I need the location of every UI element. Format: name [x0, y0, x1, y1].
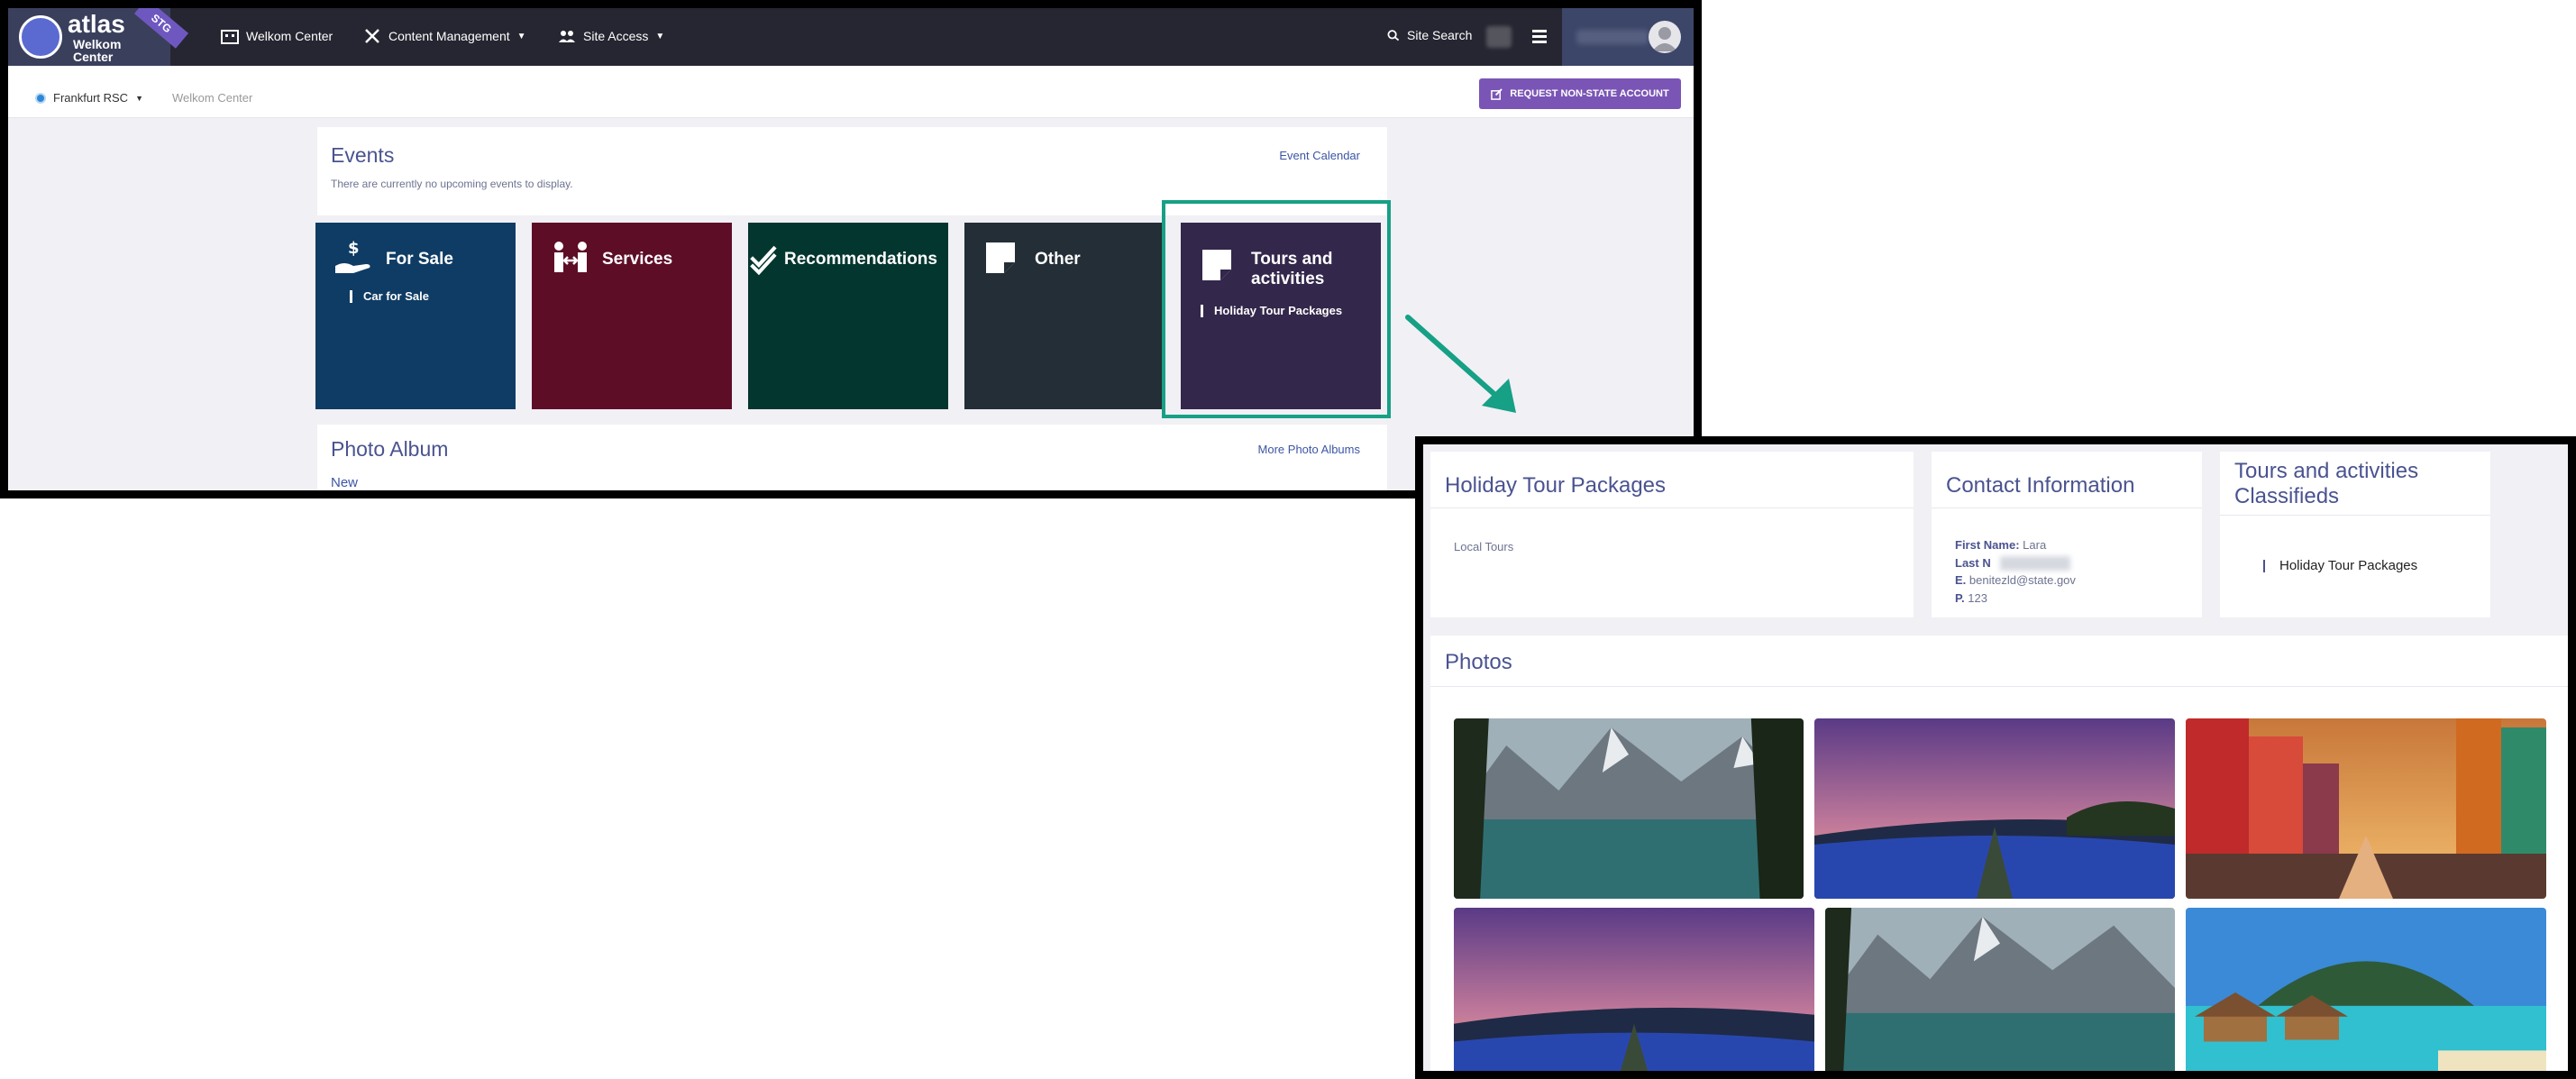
redacted-last-name: [2000, 556, 2070, 571]
divider: [1430, 507, 1914, 508]
request-button-label: REQUEST NON-STATE ACCOUNT: [1510, 88, 1669, 99]
divider: [1932, 507, 2202, 508]
request-account-button[interactable]: REQUEST NON-STATE ACCOUNT: [1479, 78, 1681, 109]
classifieds-item-label: Holiday Tour Packages: [2279, 558, 2418, 573]
tile-label: Services: [602, 250, 673, 269]
contact-phone: P. 123: [1955, 591, 1987, 605]
note-icon: [986, 242, 1015, 273]
contact-first-name: First Name: Lara: [1955, 538, 2046, 552]
first-name-value: Lara: [2023, 538, 2047, 552]
canal-houses-image: [2186, 718, 2546, 899]
events-title: Events: [331, 143, 395, 167]
people-exchange-icon: [554, 242, 587, 272]
photo-thumbnail[interactable]: [2186, 908, 2546, 1071]
menu-icon[interactable]: [1531, 28, 1548, 44]
tile-sub-item[interactable]: Car for Sale: [350, 289, 429, 303]
nav-welkom-center[interactable]: Welkom Center: [221, 28, 333, 44]
glowing-field-image: [1814, 718, 2175, 899]
package-card: Holiday Tour Packages Local Tours: [1430, 452, 1914, 617]
mountain-lake-image: [1454, 718, 1804, 899]
mountain-lake-image: [1825, 908, 2175, 1071]
chevron-down-icon: ▼: [516, 31, 526, 41]
breadcrumb[interactable]: Welkom Center: [172, 91, 252, 105]
photo-thumbnail[interactable]: [1454, 718, 1804, 899]
highlight-box: [1162, 200, 1391, 418]
tile-label: Recommendations: [784, 250, 937, 269]
bullet-bar: [2263, 559, 2265, 572]
contact-last-name: Last N: [1955, 556, 1991, 570]
tile-label: Other: [1035, 250, 1081, 269]
callout-arrow-icon: [1405, 315, 1516, 413]
top-navbar: atlas Welkom Center STG Welkom Center Co…: [8, 8, 1694, 66]
tropical-resort-image: [2186, 908, 2546, 1071]
users-icon: [559, 31, 575, 42]
redacted-username: [1576, 30, 1649, 44]
contact-title: Contact Information: [1946, 473, 2135, 498]
chevron-down-icon: ▼: [135, 93, 143, 103]
classifieds-item[interactable]: Holiday Tour Packages: [2263, 558, 2417, 573]
chevron-down-icon: ▼: [655, 31, 665, 41]
logo-brand: atlas: [68, 10, 125, 38]
email-label: E.: [1955, 573, 1967, 587]
contact-card: Contact Information First Name: Lara Las…: [1932, 452, 2202, 617]
tile-label: For Sale: [386, 250, 453, 269]
classifieds-title: Tours and activities Classifieds: [2234, 459, 2419, 508]
classifieds-card: Tours and activities Classifieds Holiday…: [2220, 452, 2490, 617]
user-icon: [1652, 27, 1677, 51]
edit-icon: [1491, 87, 1503, 100]
first-name-label: First Name:: [1955, 538, 2020, 552]
last-name-label: Last N: [1955, 556, 1991, 570]
search-icon: [1387, 30, 1400, 41]
phone-label: P.: [1955, 591, 1965, 605]
divider: [1430, 686, 2568, 687]
nav-label: Welkom Center: [246, 29, 333, 43]
search-label: Site Search: [1407, 28, 1473, 42]
event-calendar-link[interactable]: Event Calendar: [1279, 149, 1360, 162]
photo-album-card: Photo Album More Photo Albums New: [317, 425, 1387, 490]
nav-content-management[interactable]: Content Management ▼: [363, 28, 526, 44]
location-selector[interactable]: Frankfurt RSC ▼: [35, 91, 143, 105]
tile-sub-label: Car for Sale: [363, 289, 429, 303]
tile-for-sale[interactable]: $ For Sale Car for Sale: [315, 223, 516, 409]
redacted-control[interactable]: [1486, 26, 1512, 48]
events-empty-text: There are currently no upcoming events t…: [331, 178, 573, 190]
svg-text:$: $: [348, 239, 360, 258]
glowing-field-image: [1454, 908, 1814, 1071]
photo-thumbnail[interactable]: [2186, 718, 2546, 899]
avatar[interactable]: [1649, 21, 1681, 53]
site-search[interactable]: Site Search: [1387, 28, 1472, 42]
tools-icon: [365, 29, 379, 43]
package-title: Holiday Tour Packages: [1445, 473, 1667, 498]
nav-label: Content Management: [388, 29, 510, 43]
nav-site-access[interactable]: Site Access ▼: [558, 28, 664, 44]
atlas-logo-icon: [19, 15, 62, 59]
location-label: Frankfurt RSC: [53, 91, 129, 105]
package-tag: Local Tours: [1454, 540, 1514, 553]
photos-card: Photos: [1430, 636, 2568, 1071]
photo-thumbnail[interactable]: [1454, 908, 1814, 1071]
photos-title: Photos: [1445, 650, 1512, 674]
logo-subtitle: Welkom Center: [73, 37, 122, 64]
bullet-bar: [350, 289, 352, 303]
photo-thumbnail[interactable]: [1825, 908, 2175, 1071]
photo-album-title: Photo Album: [331, 437, 449, 461]
location-dot-icon: [35, 92, 46, 104]
album-new-label[interactable]: New: [331, 475, 358, 490]
building-icon: [221, 30, 239, 44]
nav-label: Site Access: [583, 29, 649, 43]
classified-detail-screenshot: Holiday Tour Packages Local Tours Contac…: [1415, 436, 2576, 1079]
tile-recommendations[interactable]: Recommendations: [748, 223, 948, 409]
more-photo-albums-link[interactable]: More Photo Albums: [1258, 443, 1360, 456]
sub-header: Frankfurt RSC ▼ Welkom Center: [8, 66, 1694, 118]
phone-value: 123: [1968, 591, 1987, 605]
contact-email: E. benitezld@state.gov: [1955, 573, 2076, 587]
tile-services[interactable]: Services: [532, 223, 732, 409]
welkom-center-screenshot: atlas Welkom Center STG Welkom Center Co…: [0, 0, 1702, 498]
double-check-icon: [750, 245, 777, 276]
hand-dollar-icon: $: [335, 239, 370, 273]
photo-thumbnail[interactable]: [1814, 718, 2175, 899]
email-value[interactable]: benitezld@state.gov: [1969, 573, 2076, 587]
tile-other[interactable]: Other: [964, 223, 1165, 409]
divider: [2220, 515, 2490, 516]
